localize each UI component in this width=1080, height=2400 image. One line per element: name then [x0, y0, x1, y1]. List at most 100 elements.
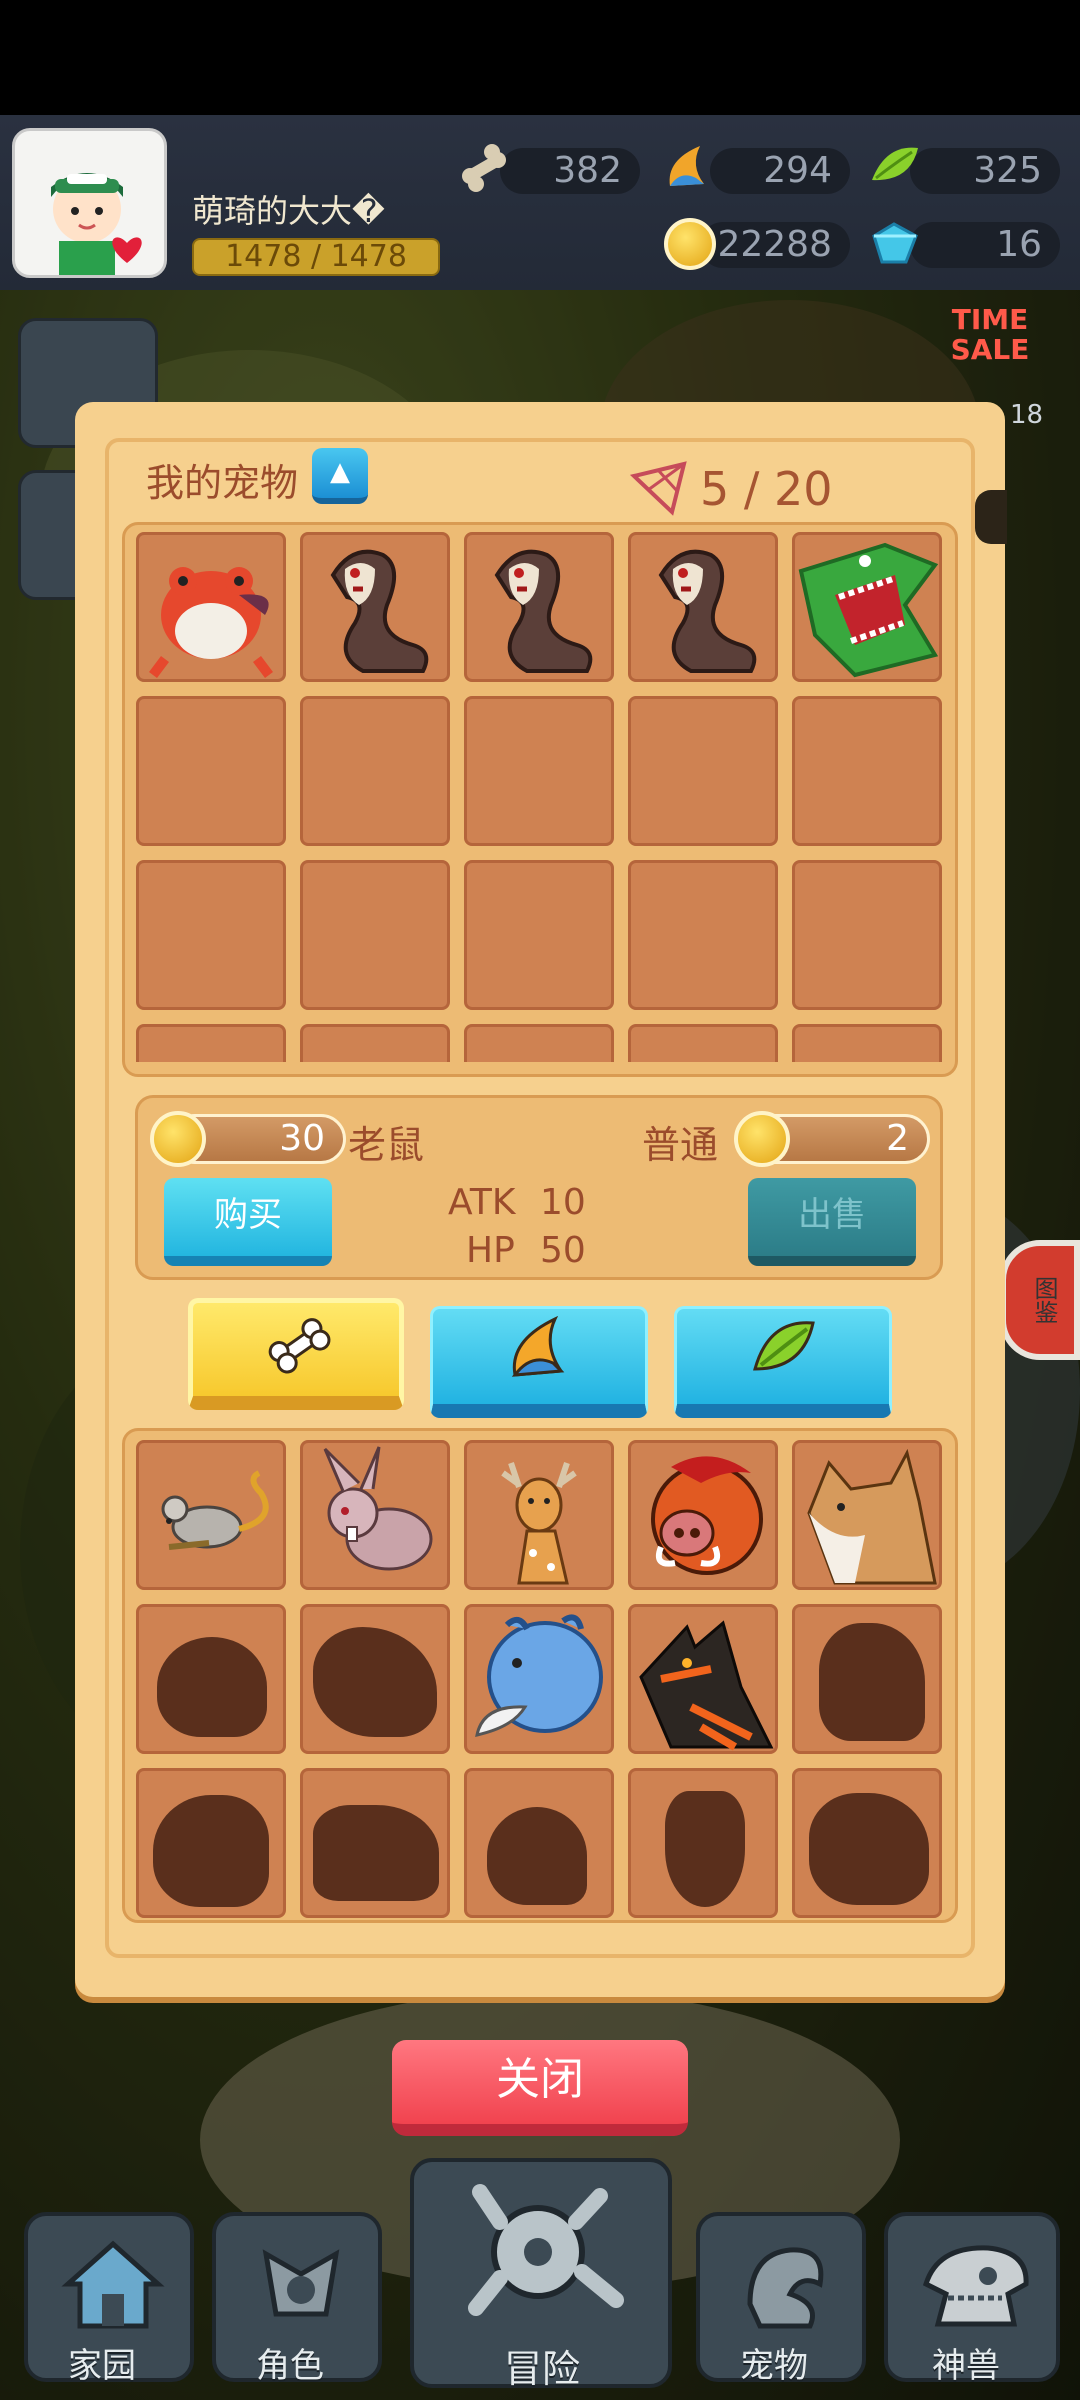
player-name: 萌琦的大大�: [192, 192, 385, 230]
nav-adventure-label: 冒险: [504, 2347, 581, 2391]
leaf-icon: [753, 1321, 815, 1371]
tab-bone[interactable]: [188, 1298, 404, 1410]
shop-pet-rabbit[interactable]: [300, 1440, 450, 1590]
leaf-count: 325: [910, 148, 1060, 194]
hp-label: HP: [466, 1230, 515, 1271]
experience-bar: 1478 / 1478: [192, 238, 440, 276]
character-icon: [262, 2249, 340, 2317]
leaf-icon: [872, 147, 918, 181]
horn-count: 294: [710, 148, 850, 194]
empty-pet-slot[interactable]: [300, 696, 450, 846]
bone-icon: [268, 1318, 331, 1374]
nav-beast-label: 神兽: [932, 2346, 1000, 2386]
sell-button[interactable]: 出售: [748, 1178, 916, 1266]
adventure-icon: [468, 2184, 624, 2316]
collapse-button[interactable]: ▲: [312, 448, 368, 504]
empty-pet-slot[interactable]: [464, 860, 614, 1010]
nav-pet[interactable]: 宠物: [696, 2212, 866, 2386]
my-pets-scroll[interactable]: [132, 530, 950, 1062]
shop-pet-wolf[interactable]: [628, 1604, 778, 1754]
horn-icon: [511, 1315, 565, 1377]
rabbit-icon: [323, 1446, 433, 1571]
empty-pet-slot[interactable]: [628, 696, 778, 846]
horn-icon: [669, 146, 704, 186]
frog-icon: [149, 567, 273, 678]
shop-pet-locked[interactable]: [136, 1768, 286, 1918]
pet-count: 5 / 20: [700, 462, 833, 516]
gem-count: 16: [910, 222, 1060, 268]
shop-pet-locked[interactable]: [136, 1604, 286, 1754]
boar-icon: [651, 1456, 763, 1575]
nav-adventure[interactable]: 冒险: [410, 2158, 672, 2391]
shop-pet-deer[interactable]: [464, 1440, 614, 1590]
tab-leaf[interactable]: [674, 1306, 892, 1418]
pet-slot-frog[interactable]: [136, 532, 286, 682]
nav-home-label: 家园: [68, 2346, 136, 2386]
shop-pet-locked[interactable]: [792, 1768, 942, 1918]
tab-horn[interactable]: [430, 1306, 648, 1418]
pet-icon: [747, 2247, 824, 2329]
empty-pet-slot[interactable]: [136, 696, 286, 846]
pet-name: 老鼠: [348, 1123, 425, 1167]
pet-slot-cobra-2[interactable]: [464, 532, 614, 682]
mouse-icon: [161, 1470, 269, 1550]
empty-pet-slot[interactable]: [464, 696, 614, 846]
deer-icon: [501, 1462, 577, 1585]
beast-icon: [922, 2245, 1029, 2327]
bone-icon: [462, 144, 506, 192]
shop-pet-rhino[interactable]: [464, 1604, 614, 1754]
shop-pet-fox[interactable]: [792, 1440, 942, 1590]
cobra-icon: [330, 549, 429, 673]
nav-pet-label: 宠物: [740, 2346, 808, 2386]
fox-icon: [807, 1448, 937, 1585]
nav-home[interactable]: 家园: [24, 2212, 194, 2386]
time-sale-label[interactable]: TIME SALE: [935, 305, 1045, 395]
empty-pet-slot[interactable]: [136, 1024, 286, 1062]
buy-button[interactable]: 购买: [164, 1178, 332, 1266]
coin-icon: [150, 1111, 206, 1167]
shop-pet-locked[interactable]: [300, 1604, 450, 1754]
pet-slot-crocodile[interactable]: [792, 532, 942, 682]
shop-pet-boar[interactable]: [628, 1440, 778, 1590]
pet-slot-cobra-1[interactable]: [300, 532, 450, 682]
time-sale-timer: 18: [1010, 400, 1044, 430]
nav-character-label: 角色: [256, 2346, 324, 2386]
empty-pet-slot[interactable]: [464, 1024, 614, 1062]
panel-notch: [975, 490, 1007, 544]
empty-pet-slot[interactable]: [792, 1024, 942, 1062]
empty-pet-slot[interactable]: [300, 1024, 450, 1062]
catalog-side-button[interactable]: 图鉴: [1000, 1240, 1080, 1360]
empty-pet-slot[interactable]: [792, 696, 942, 846]
home-icon: [61, 2240, 165, 2329]
pet-capacity-icon: [629, 461, 687, 516]
nav-character[interactable]: 角色: [212, 2212, 382, 2386]
pet-rarity: 普通: [642, 1123, 719, 1167]
pet-slot-cobra-3[interactable]: [628, 532, 778, 682]
shop-pet-locked[interactable]: [792, 1604, 942, 1754]
empty-pet-slot[interactable]: [792, 860, 942, 1010]
pet-shop-slots: [132, 1436, 950, 1918]
empty-pet-slot[interactable]: [628, 1024, 778, 1062]
close-button[interactable]: 关闭: [392, 2040, 688, 2136]
crocodile-icon: [798, 542, 939, 678]
shop-pet-locked[interactable]: [300, 1768, 450, 1918]
my-pets-title: 我的宠物: [146, 461, 299, 505]
gem-icon: [872, 222, 918, 264]
cobra-icon: [494, 549, 593, 673]
coin-count: 22288: [700, 222, 850, 268]
wolf-icon: [639, 1620, 774, 1751]
empty-pet-slot[interactable]: [136, 860, 286, 1010]
cobra-icon: [658, 549, 757, 673]
empty-pet-slot[interactable]: [628, 860, 778, 1010]
shop-pet-mouse[interactable]: [136, 1440, 286, 1590]
shop-pet-locked[interactable]: [628, 1768, 778, 1918]
avatar[interactable]: [12, 128, 167, 278]
coin-icon: [734, 1111, 790, 1167]
rhino-icon: [475, 1614, 603, 1737]
atk-value: 10: [540, 1182, 586, 1223]
nav-beast[interactable]: 神兽: [884, 2212, 1060, 2386]
atk-label: ATK: [448, 1182, 516, 1223]
empty-pet-slot[interactable]: [300, 860, 450, 1010]
bone-count: 382: [500, 148, 640, 194]
shop-pet-locked[interactable]: [464, 1768, 614, 1918]
